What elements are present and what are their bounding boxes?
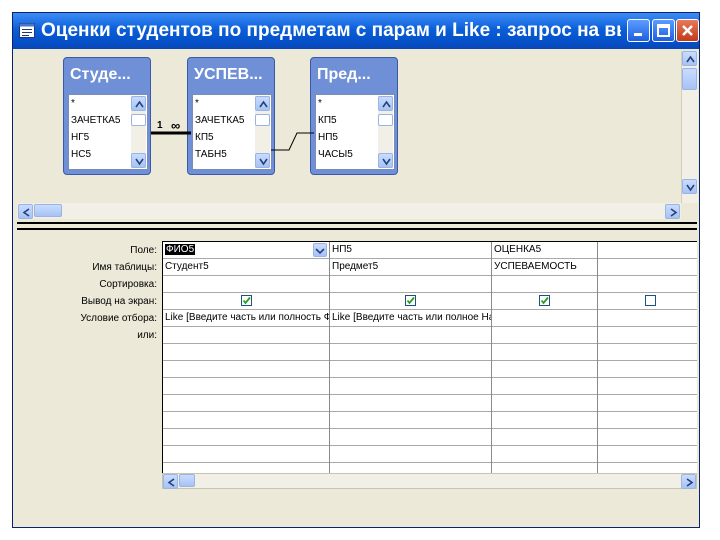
row-label-criteria: Условие отбора: (80, 313, 157, 324)
scroll-right-button[interactable] (665, 204, 680, 219)
field-dropdown-button[interactable] (313, 243, 327, 257)
or-cell[interactable] (492, 327, 597, 343)
scroll-right-icon (670, 208, 678, 217)
scroll-left-button[interactable] (163, 474, 178, 489)
checkmark-icon (242, 296, 251, 305)
show-checkbox[interactable] (405, 295, 416, 306)
show-checkbox[interactable] (539, 295, 550, 306)
scroll-up-icon (686, 55, 695, 63)
row-label-show: Вывод на экран: (81, 296, 157, 307)
checkmark-icon (406, 296, 415, 305)
grid-horizontal-scrollbar[interactable] (162, 473, 697, 489)
scroll-thumb[interactable] (179, 474, 195, 487)
scroll-down-icon (686, 184, 695, 192)
row-label-field: Поле: (130, 245, 157, 256)
table-cell[interactable]: Студент5 (163, 259, 329, 275)
design-grid[interactable]: ФИО5 Студент5 Like [Введите часть или по… (162, 241, 697, 481)
criteria-cell[interactable]: Like [Введите часть или полность ФИ (163, 310, 329, 326)
table-diagram-pane[interactable]: Студе... * ЗАЧЕТКА5 НГ5 НС5 УСПЕВ... * З… (17, 51, 698, 221)
scroll-right-icon (686, 478, 694, 487)
criteria-cell[interactable]: Like [Введите часть или полное Наим (330, 310, 491, 326)
scroll-up-button[interactable] (682, 51, 697, 66)
checkmark-icon (540, 296, 549, 305)
show-checkbox[interactable] (645, 295, 656, 306)
scroll-down-button[interactable] (682, 179, 697, 194)
pane-splitter[interactable] (17, 222, 697, 230)
relationship-lines (151, 131, 314, 151)
close-button[interactable] (676, 19, 699, 42)
minimize-button[interactable] (627, 19, 650, 42)
dropdown-arrow-icon (315, 248, 325, 255)
scroll-left-icon (22, 208, 30, 217)
or-cell[interactable] (163, 327, 329, 343)
row-label-table: Имя таблицы: (92, 262, 157, 273)
show-checkbox[interactable] (241, 295, 252, 306)
relationship-one-label: 1 (157, 120, 163, 131)
query-grid-pane[interactable]: Поле: Имя таблицы: Сортировка: Вывод на … (17, 231, 697, 525)
diagram-vertical-scrollbar[interactable] (681, 51, 698, 203)
scroll-left-icon (167, 478, 175, 487)
relationship-many-label: ∞ (171, 118, 181, 133)
criteria-cell[interactable] (492, 310, 597, 326)
table-cell[interactable] (598, 259, 697, 275)
minimize-icon (634, 33, 642, 36)
field-cell[interactable]: ОЦЕНКА5 (492, 242, 597, 258)
row-label-sort: Сортировка: (99, 279, 157, 290)
sort-cell[interactable] (330, 276, 491, 292)
table-cell[interactable]: Предмет5 (330, 259, 491, 275)
scroll-right-button[interactable] (681, 474, 696, 489)
close-icon (682, 25, 693, 36)
maximize-icon (657, 24, 670, 37)
field-cell[interactable] (598, 242, 697, 258)
row-label-or: или: (137, 330, 157, 341)
sort-cell[interactable] (163, 276, 329, 292)
scroll-thumb[interactable] (682, 68, 697, 90)
field-cell[interactable]: ФИО5 (163, 242, 329, 258)
field-cell[interactable]: НП5 (330, 242, 491, 258)
relationship-line[interactable] (271, 132, 314, 151)
maximize-button[interactable] (652, 19, 675, 42)
diagram-horizontal-scrollbar[interactable] (17, 203, 681, 219)
window-title: Оценки студентов по предметам с парам и … (41, 20, 621, 41)
query-designer-window: Оценки студентов по предметам с парам и … (12, 12, 700, 528)
scroll-thumb[interactable] (34, 204, 62, 217)
table-cell[interactable]: УСПЕВАЕМОСТЬ (492, 259, 597, 275)
title-bar[interactable]: Оценки студентов по предметам с парам и … (13, 13, 699, 49)
field-value: ФИО5 (165, 244, 196, 255)
query-icon (19, 23, 35, 38)
or-cell[interactable] (330, 327, 491, 343)
scroll-left-button[interactable] (18, 204, 33, 219)
sort-cell[interactable] (492, 276, 597, 292)
